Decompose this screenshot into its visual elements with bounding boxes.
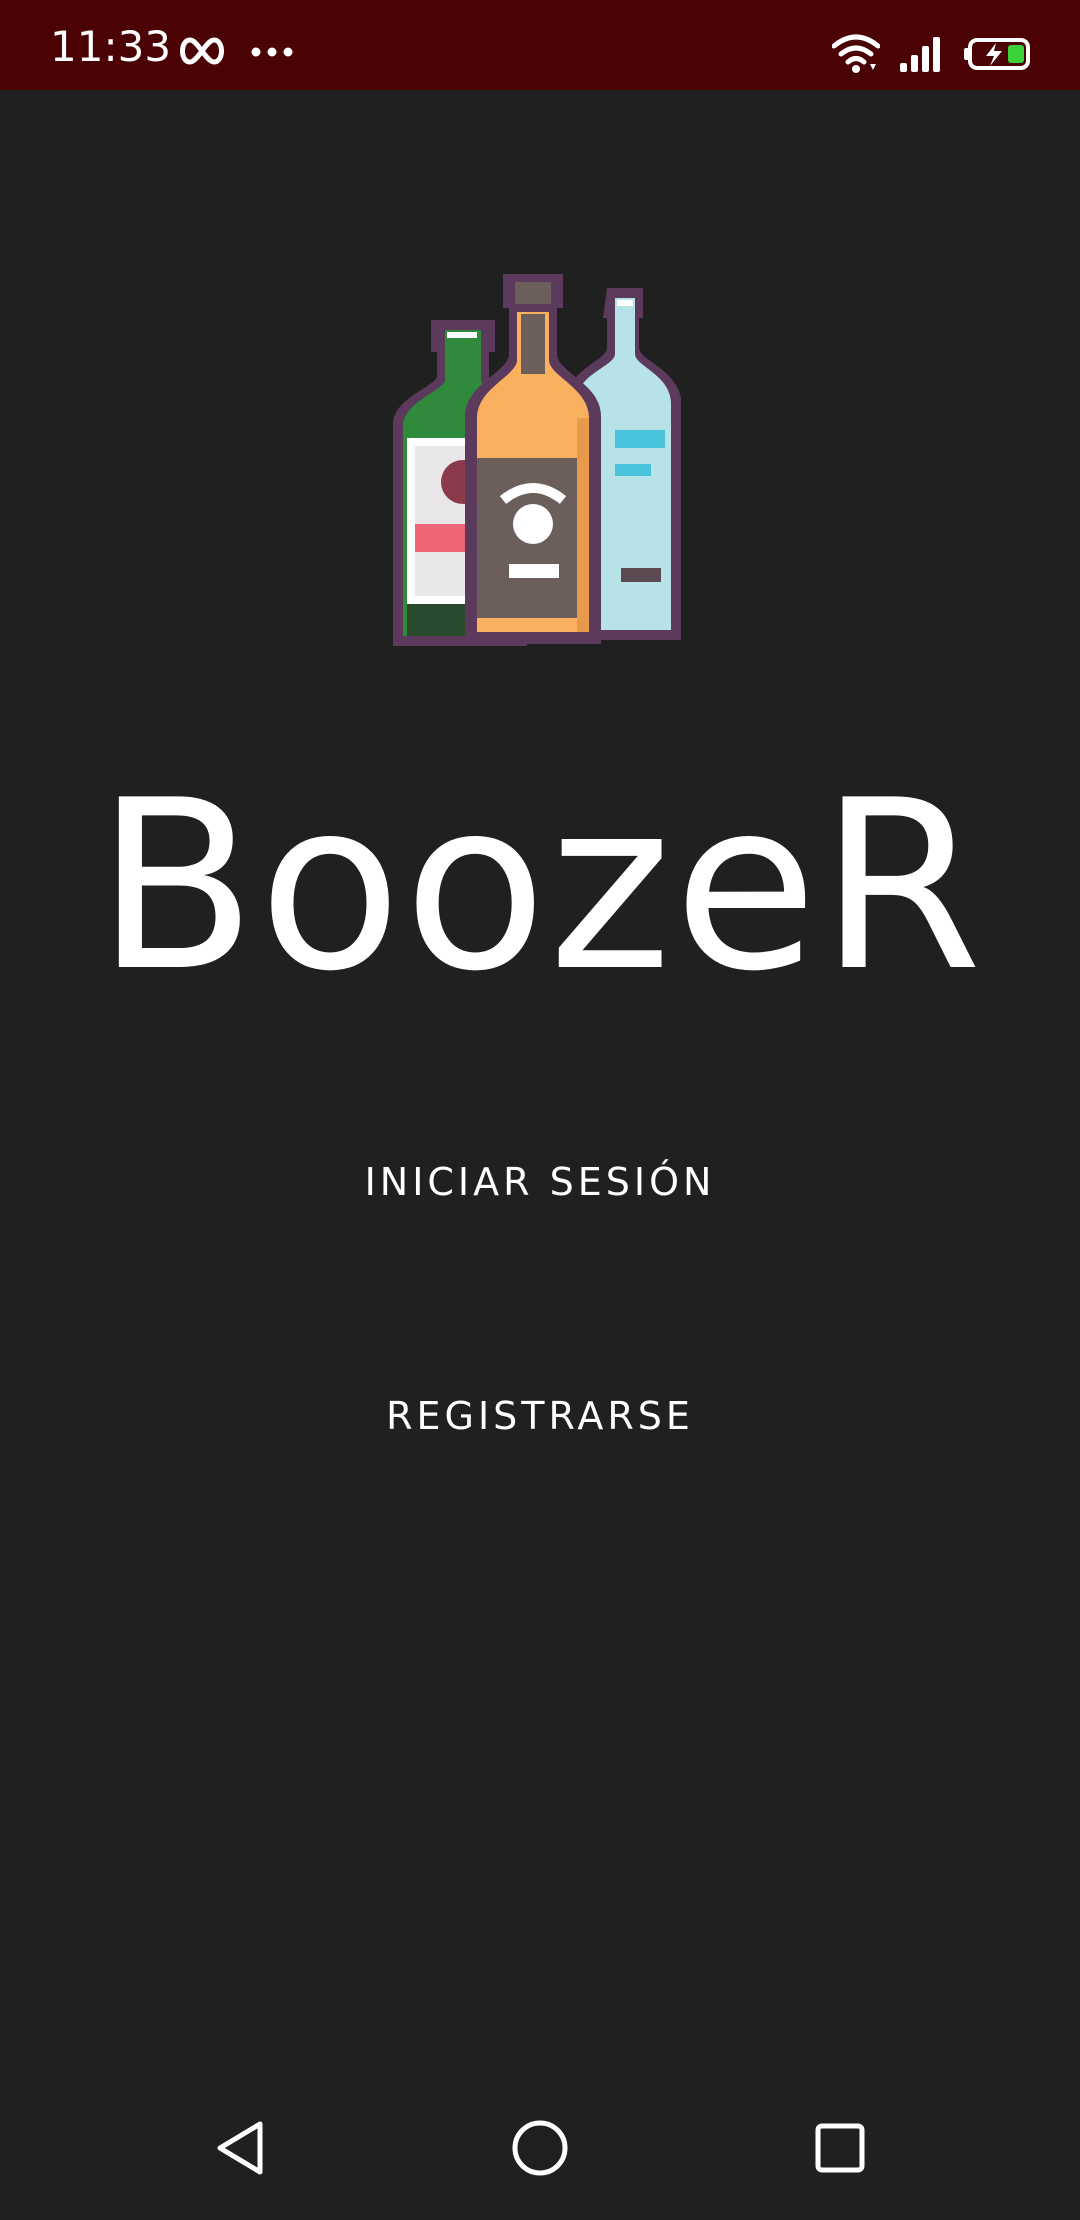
back-button[interactable]	[190, 2100, 290, 2200]
login-button[interactable]: INICIAR SESIÓN	[240, 1127, 840, 1237]
status-bar: 11:33	[0, 0, 1080, 90]
back-icon	[210, 2118, 270, 2183]
more-dots-icon	[250, 45, 294, 63]
screen: 11:33 BoozeR INICIAR SESIÓN REGISTRARSE	[0, 0, 1080, 2220]
recents-icon	[810, 2118, 870, 2183]
status-time: 11:33	[50, 22, 172, 71]
wifi-icon	[831, 34, 881, 79]
home-button[interactable]	[490, 2100, 590, 2200]
app-title: BoozeR	[95, 751, 985, 1023]
status-right-icons	[831, 34, 1032, 79]
battery-charging-icon	[962, 37, 1032, 76]
register-button[interactable]: REGISTRARSE	[240, 1361, 840, 1471]
bottles-logo	[385, 268, 695, 648]
infinity-icon	[176, 36, 228, 71]
recents-button[interactable]	[790, 2100, 890, 2200]
home-icon	[510, 2118, 570, 2183]
status-left-icons	[176, 36, 294, 71]
navigation-bar	[0, 2080, 1080, 2220]
signal-icon	[898, 35, 944, 78]
